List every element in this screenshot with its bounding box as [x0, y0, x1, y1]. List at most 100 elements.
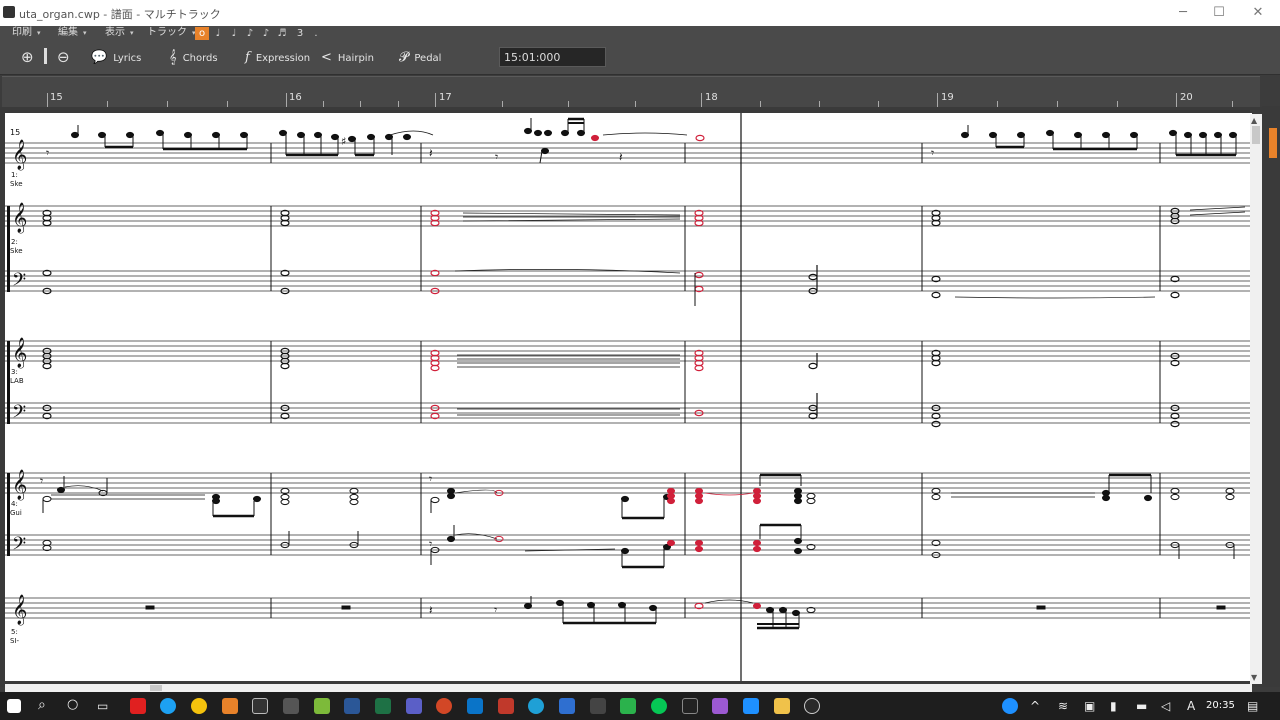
network-icon[interactable]: ≋ [1058, 699, 1068, 713]
staff-track3-treble[interactable] [5, 340, 1252, 362]
duration-half[interactable]: ♩ [211, 27, 225, 40]
horizontal-scrollbar[interactable] [5, 684, 1252, 692]
cortana-icon[interactable]: ○ [67, 697, 78, 712]
teams-icon[interactable] [406, 698, 422, 714]
treble-clef-icon: 𝄞 [12, 139, 27, 171]
zoom-in-icon[interactable]: ⊕ [21, 48, 34, 66]
maximize-button[interactable]: ☐ [1208, 4, 1230, 22]
font-app-icon[interactable] [590, 698, 606, 714]
mail-icon[interactable] [283, 698, 299, 714]
measure-number: 19 [941, 92, 954, 103]
staff-track1[interactable] [5, 142, 1252, 164]
chords-label: Chords [182, 53, 218, 64]
image-app-icon[interactable] [743, 698, 759, 714]
staff-track4-treble[interactable] [5, 472, 1252, 494]
pedal-button[interactable]: 𝓟 Pedal [399, 50, 441, 65]
triplet-button[interactable]: 3 [293, 27, 307, 40]
duration-sixteenth[interactable]: ♪ [259, 27, 273, 40]
zoom-out-icon[interactable]: ⊖ [57, 48, 70, 66]
track3-chords[interactable] [42, 347, 1180, 428]
zoom-slider[interactable] [44, 48, 47, 64]
ime-indicator[interactable]: A [1187, 699, 1195, 713]
twitter-icon[interactable] [160, 698, 176, 714]
youtube-icon[interactable] [130, 698, 146, 714]
track1-notes[interactable]: 𝄾 ♯ 𝄽 𝄾 𝄽 𝄾 [46, 117, 1237, 164]
excel-icon[interactable] [375, 698, 391, 714]
track4-notes[interactable]: 𝄾 𝄾 𝄾 [40, 472, 1235, 569]
scroll-up-icon[interactable]: ▲ [1251, 116, 1257, 125]
menu-view[interactable]: 表示 ▾ [105, 26, 134, 40]
staff-track2-treble[interactable] [5, 205, 1252, 227]
task-view-icon[interactable]: ▭ [97, 699, 108, 713]
windows-start-icon[interactable] [7, 699, 21, 713]
help-icon[interactable] [1002, 698, 1018, 714]
capture-icon[interactable]: ▣ [1084, 699, 1095, 713]
scroll-thumb[interactable] [150, 685, 162, 691]
obs-icon[interactable] [804, 698, 820, 714]
epic-games-icon[interactable] [682, 698, 698, 714]
close-button[interactable]: ✕ [1247, 4, 1269, 22]
staff-track5[interactable] [5, 597, 1252, 619]
volume-icon[interactable]: ◁ [1161, 699, 1170, 713]
panel-resize-handle[interactable] [1269, 128, 1277, 158]
chrome-icon[interactable] [191, 698, 207, 714]
chevron-down-icon: ▾ [37, 29, 41, 37]
menu-edit[interactable]: 編集 ▾ [58, 26, 87, 40]
score-view[interactable]: 𝄞 𝄞 𝄢 𝄞 𝄢 𝄞 𝄢 𝄞 15 1: Ske 2: Ske 3: LAB … [5, 113, 1252, 681]
score-canvas[interactable]: 𝄞 𝄞 𝄢 𝄞 𝄢 𝄞 𝄢 𝄞 15 1: Ske 2: Ske 3: LAB … [5, 113, 1252, 681]
svg-text:𝄽: 𝄽 [619, 150, 623, 164]
svg-text:𝄾: 𝄾 [40, 474, 43, 488]
lyrics-button[interactable]: 💬 Lyrics [91, 50, 141, 65]
file-explorer-icon[interactable] [774, 698, 790, 714]
hairpin-label: Hairpin [337, 53, 374, 64]
menu-print[interactable]: 印刷 ▾ [12, 26, 41, 40]
menu-track[interactable]: トラック ▾ [147, 26, 196, 40]
dotted-button[interactable]: . [309, 27, 323, 40]
search-icon[interactable]: ⌕ [38, 697, 46, 713]
chords-icon: 𝄞 [169, 50, 177, 65]
toolbar: ⊕ ⊖ 💬 Lyrics 𝄞 Chords f Expression < Hairpin… [0, 40, 1280, 75]
gmail-icon[interactable] [498, 698, 514, 714]
powerpoint-icon[interactable] [436, 698, 452, 714]
play-icon[interactable] [620, 698, 636, 714]
duration-thirtysecond[interactable]: ♬ [275, 27, 289, 40]
minimize-button[interactable]: ─ [1172, 4, 1194, 22]
chevron-up-icon[interactable]: ^ [1030, 699, 1040, 713]
measure-number: 16 [289, 92, 302, 103]
word-icon[interactable] [344, 698, 360, 714]
time-position-field[interactable]: 15:01:000 [499, 47, 606, 67]
selected-notes[interactable] [591, 134, 705, 142]
microphone-icon[interactable]: ▮ [1110, 699, 1117, 713]
pinwheel-icon[interactable] [712, 698, 728, 714]
line-icon[interactable] [651, 698, 667, 714]
edge-icon[interactable] [528, 698, 544, 714]
v-app-icon[interactable] [314, 698, 330, 714]
chords-button[interactable]: 𝄞 Chords [169, 50, 218, 65]
track-number: 5: [11, 628, 18, 636]
duration-quarter[interactable]: ♩ [227, 27, 241, 40]
hairpin-button[interactable]: < Hairpin [321, 50, 374, 65]
staff-track2-bass[interactable] [5, 270, 1252, 292]
battery-icon[interactable]: ▬ [1136, 699, 1147, 713]
menu-label: 印刷 [12, 27, 32, 38]
cakewalk-icon[interactable] [222, 698, 238, 714]
clock[interactable]: 20:35 [1206, 700, 1235, 711]
chevron-down-icon: ▾ [130, 29, 134, 37]
vertical-scrollbar[interactable]: ▲ ▼ [1250, 114, 1262, 684]
svg-text:𝄽: 𝄽 [429, 603, 433, 617]
eighth-rest-icon: 𝄾 [46, 146, 49, 160]
scroll-thumb[interactable] [1252, 126, 1260, 144]
duration-whole[interactable]: o [195, 27, 209, 40]
ruler-tick [435, 93, 436, 107]
measure-number: 15 [50, 92, 63, 103]
document-app-icon[interactable] [559, 698, 575, 714]
measure-ruler[interactable]: 15 16 17 18 19 20 [2, 76, 1260, 108]
expression-button[interactable]: f Expression [245, 50, 310, 65]
staff-track3-bass[interactable] [5, 402, 1252, 424]
duration-eighth[interactable]: ♪ [243, 27, 257, 40]
track-name: Gui [10, 509, 22, 517]
mail-app-icon[interactable] [467, 698, 483, 714]
notification-icon[interactable]: ▤ [1247, 699, 1258, 713]
film-icon[interactable] [252, 698, 268, 714]
scroll-down-icon[interactable]: ▼ [1251, 673, 1257, 682]
